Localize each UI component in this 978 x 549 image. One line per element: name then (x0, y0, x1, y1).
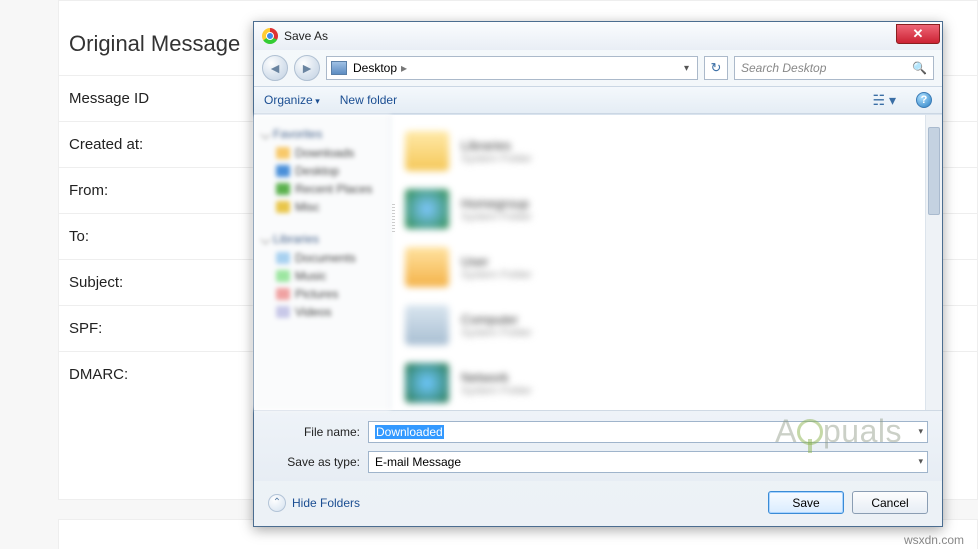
list-item: NetworkSystem Folder (405, 363, 928, 403)
filename-label: File name: (268, 425, 368, 439)
hide-folders-toggle[interactable]: ⌃ Hide Folders (268, 494, 360, 512)
help-button[interactable]: ? (916, 92, 932, 108)
savetype-value: E-mail Message (375, 455, 461, 469)
savetype-select[interactable]: E-mail Message ▾ (368, 451, 928, 473)
tree-favorites-heading[interactable]: Favorites (262, 127, 382, 141)
list-item: UserSystem Folder (405, 247, 928, 287)
filename-dropdown-icon[interactable]: ▾ (918, 426, 923, 437)
view-options-button[interactable]: ☵ ▾ (873, 92, 896, 109)
tree-item: Recent Places (262, 180, 382, 198)
tree-item: Desktop (262, 162, 382, 180)
nav-back-button[interactable]: ◄ (262, 55, 288, 81)
tree-libraries-heading[interactable]: Libraries (262, 232, 382, 246)
breadcrumb-dropdown-icon[interactable]: ▾ (680, 63, 693, 74)
list-item: ComputerSystem Folder (405, 305, 928, 345)
tree-item: Videos (262, 303, 382, 321)
dialog-nav-row: ◄ ► Desktop ▸ ▾ ↻ Search Desktop 🔍 (254, 50, 942, 86)
dialog-toolbar: Organize New folder ☵ ▾ ? (254, 86, 942, 114)
site-watermark: wsxdn.com (904, 533, 964, 547)
dialog-footer: ⌃ Hide Folders Save Cancel (254, 481, 942, 526)
tree-item: Music (262, 267, 382, 285)
dialog-body: Favorites Downloads Desktop Recent Place… (254, 114, 942, 410)
search-placeholder: Search Desktop (741, 61, 826, 75)
cancel-button[interactable]: Cancel (852, 491, 928, 514)
savetype-dropdown-icon[interactable]: ▾ (918, 456, 923, 467)
refresh-button[interactable]: ↻ (704, 56, 728, 80)
tree-item: Pictures (262, 285, 382, 303)
chevron-up-icon: ⌃ (268, 494, 286, 512)
dialog-titlebar[interactable]: Save As ✕ (254, 22, 942, 50)
save-as-dialog: Save As ✕ ◄ ► Desktop ▸ ▾ ↻ Search Deskt… (253, 21, 943, 527)
nav-forward-button[interactable]: ► (294, 55, 320, 81)
savetype-label: Save as type: (268, 455, 368, 469)
tree-item: Misc (262, 198, 382, 216)
file-list-scrollbar[interactable] (925, 115, 942, 410)
file-list[interactable]: LibrariesSystem Folder HomegroupSystem F… (391, 115, 942, 410)
chrome-icon (262, 28, 278, 44)
new-folder-button[interactable]: New folder (340, 93, 397, 107)
search-icon: 🔍 (912, 61, 927, 75)
breadcrumb-text: Desktop (353, 61, 397, 75)
tree-item: Downloads (262, 144, 382, 162)
list-item: LibrariesSystem Folder (405, 131, 928, 171)
dialog-form: File name: Downloaded ▾ Save as type: E-… (254, 410, 942, 481)
hide-folders-label: Hide Folders (292, 496, 360, 510)
organize-menu[interactable]: Organize (264, 93, 320, 107)
filename-value: Downloaded (375, 425, 444, 439)
tree-item: Documents (262, 249, 382, 267)
close-button[interactable]: ✕ (896, 24, 940, 44)
save-button[interactable]: Save (768, 491, 844, 514)
dialog-title: Save As (284, 29, 328, 43)
breadcrumb-bar[interactable]: Desktop ▸ ▾ (326, 56, 698, 80)
desktop-icon (331, 61, 347, 75)
list-item: HomegroupSystem Folder (405, 189, 928, 229)
filename-input[interactable]: Downloaded ▾ (368, 421, 928, 443)
search-input[interactable]: Search Desktop 🔍 (734, 56, 934, 80)
breadcrumb-sep-icon: ▸ (401, 61, 407, 75)
scrollbar-thumb[interactable] (928, 127, 940, 215)
nav-tree[interactable]: Favorites Downloads Desktop Recent Place… (254, 115, 391, 410)
